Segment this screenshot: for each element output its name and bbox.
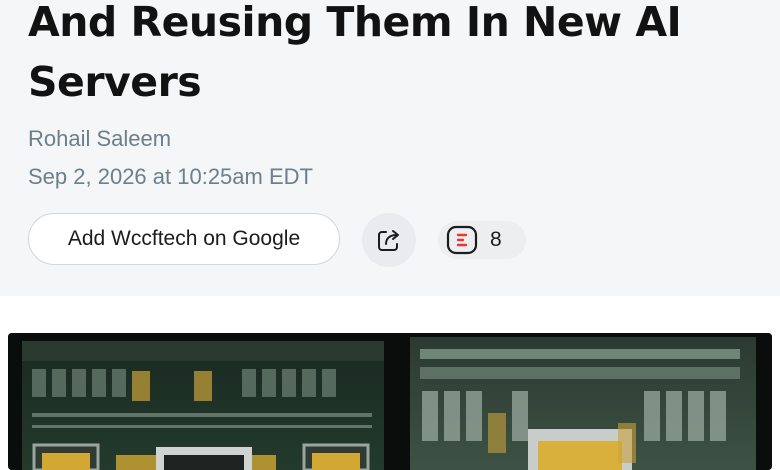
share-icon: [378, 230, 399, 251]
server-board-illustration: [8, 333, 772, 470]
add-source-button[interactable]: Add Wccftech on Google: [28, 213, 340, 265]
comments-button[interactable]: 8: [438, 221, 526, 259]
share-button[interactable]: [362, 213, 416, 267]
publish-date: Sep 2, 2026 at 10:25am EDT: [28, 164, 313, 189]
comment-count: 8: [490, 228, 502, 251]
article-title: And Reusing Them In New AI Servers: [28, 0, 768, 112]
comment-icon: [446, 225, 478, 255]
title-line-1: And Reusing Them In New AI: [28, 0, 682, 46]
article-header: And Reusing Them In New AI Servers Rohai…: [0, 0, 780, 296]
hero-image: [8, 333, 772, 470]
title-line-2: Servers: [28, 58, 202, 106]
author-link[interactable]: Rohail Saleem: [28, 126, 171, 152]
add-source-label: Add Wccftech on Google: [67, 227, 301, 250]
